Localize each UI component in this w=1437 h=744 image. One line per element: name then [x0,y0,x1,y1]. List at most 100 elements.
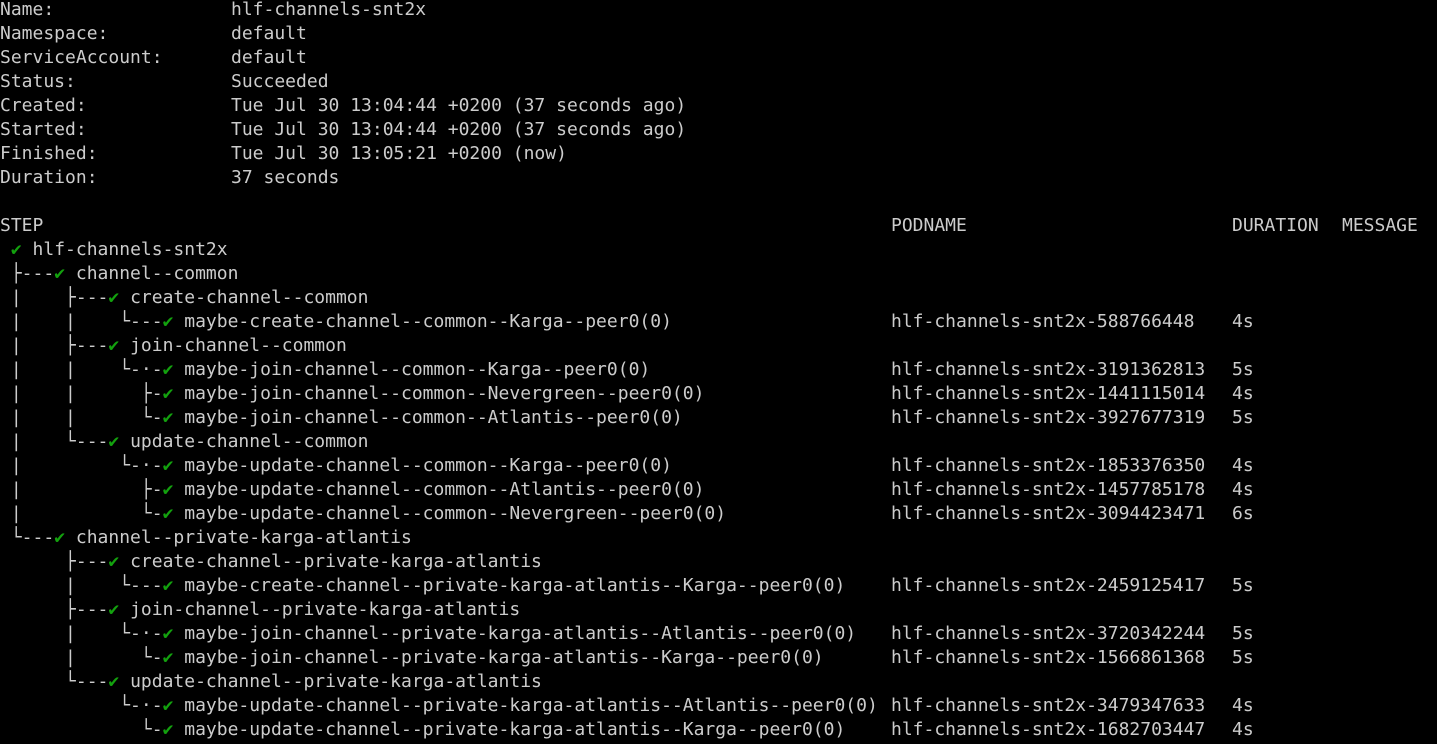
step-name: maybe-join-channel--private-karga-atlant… [184,623,857,644]
pod-name: hlf-channels-snt2x-1853376350 [891,455,1206,476]
step-name: maybe-join-channel--common--Karga--peer0… [184,359,651,380]
tree-connector: ├--- [0,599,109,620]
step-cell: ├---✔ join-channel--private-karga-atlant… [0,598,520,622]
check-icon: ✔ [108,671,120,692]
step-duration: 5s [1232,359,1254,380]
step-cell: ├---✔ channel--common [0,262,239,286]
meta-value: default [231,47,307,68]
tree-connector: | └--- [0,431,109,452]
step-duration: 4s [1232,455,1254,476]
check-icon: ✔ [108,431,120,452]
tree-connector: ├--- [0,551,109,572]
check-icon: ✔ [162,359,174,380]
header-message: MESSAGE [1342,215,1418,236]
step-cell: | └-✔ maybe-update-channel--common--Neve… [0,502,726,526]
meta-key: ServiceAccount: [0,47,163,68]
meta-key: Started: [0,119,87,140]
step-cell: | | └-✔ maybe-join-channel--common--Atla… [0,406,683,430]
check-icon: ✔ [162,407,174,428]
step-cell: | ├---✔ join-channel--common [0,334,347,358]
meta-key: Created: [0,95,87,116]
step-cell: | └-✔ maybe-join-channel--private-karga-… [0,646,824,670]
step-duration: 5s [1232,575,1254,596]
tree-connector [0,239,11,260]
check-icon: ✔ [162,695,174,716]
step-name: join-channel--private-karga-atlantis [130,599,521,620]
step-duration: 5s [1232,647,1254,668]
step-name: maybe-update-channel--private-karga-atla… [184,719,846,740]
meta-key: Name: [0,0,55,20]
step-duration: 5s [1232,623,1254,644]
step-duration: 6s [1232,503,1254,524]
meta-key: Finished: [0,143,98,164]
step-cell: └-·-✔ maybe-update-channel--private-karg… [0,694,878,718]
tree-connector: | └- [0,647,163,668]
check-icon: ✔ [162,647,174,668]
meta-value: Tue Jul 30 13:04:44 +0200 (37 seconds ag… [231,95,687,116]
step-name: maybe-create-channel--private-karga-atla… [184,575,846,596]
pod-name: hlf-channels-snt2x-1457785178 [891,479,1206,500]
meta-row-created: Created: Tue Jul 30 13:04:44 +0200 (37 s… [0,94,686,118]
meta-row-serviceaccount: ServiceAccount: default [0,46,307,70]
header-step: STEP [0,215,44,236]
check-icon: ✔ [162,311,174,332]
pod-name: hlf-channels-snt2x-3191362813 [891,359,1206,380]
tree-connector: | └- [0,503,163,524]
tree-connector: | └-·- [0,623,163,644]
step-duration: 5s [1232,407,1254,428]
check-icon: ✔ [108,287,120,308]
pod-name: hlf-channels-snt2x-1566861368 [891,647,1206,668]
check-icon: ✔ [10,239,22,260]
step-cell: | └---✔ maybe-create-channel--private-ka… [0,574,845,598]
meta-value: default [231,23,307,44]
step-name: create-channel--common [130,287,369,308]
step-name: join-channel--common [130,335,347,356]
step-cell: | | └---✔ maybe-create-channel--common--… [0,310,672,334]
pod-name: hlf-channels-snt2x-2459125417 [891,575,1206,596]
step-name: maybe-update-channel--common--Atlantis--… [184,479,705,500]
check-icon: ✔ [108,551,120,572]
step-duration: 4s [1232,719,1254,740]
tree-connector: | | ├- [0,383,163,404]
meta-row-name: Name: hlf-channels-snt2x [0,0,426,22]
step-cell: | └---✔ update-channel--common [0,430,369,454]
tree-connector: └--- [0,671,109,692]
step-name: create-channel--private-karga-atlantis [130,551,542,572]
meta-row-started: Started: Tue Jul 30 13:04:44 +0200 (37 s… [0,118,686,142]
check-icon: ✔ [162,575,174,596]
table-header: STEP PODNAME DURATION MESSAGE [0,214,1418,238]
meta-key: Duration: [0,167,98,188]
meta-value: 37 seconds [231,167,340,188]
pod-name: hlf-channels-snt2x-3927677319 [891,407,1206,428]
tree-connector: ├--- [0,263,55,284]
step-cell: └-✔ maybe-update-channel--private-karga-… [0,718,845,742]
step-cell: | | └-·-✔ maybe-join-channel--common--Ka… [0,358,650,382]
check-icon: ✔ [162,455,174,476]
step-cell: └---✔ update-channel--private-karga-atla… [0,670,542,694]
meta-row-finished: Finished: Tue Jul 30 13:05:21 +0200 (now… [0,142,567,166]
check-icon: ✔ [54,527,66,548]
tree-connector: | | └--- [0,311,163,332]
tree-connector: | ├--- [0,335,109,356]
step-name: maybe-join-channel--common--Atlantis--pe… [184,407,683,428]
tree-connector: | └-·- [0,455,163,476]
step-name: maybe-update-channel--common--Karga--pee… [184,455,672,476]
step-cell: ├---✔ create-channel--private-karga-atla… [0,550,542,574]
pod-name: hlf-channels-snt2x-588766448 [891,311,1195,332]
tree-connector: | ├- [0,479,163,500]
meta-row-duration: Duration: 37 seconds [0,166,339,190]
step-name: update-channel--common [130,431,369,452]
tree-connector: | | └-·- [0,359,163,380]
meta-value: hlf-channels-snt2x [231,0,427,20]
step-duration: 4s [1232,479,1254,500]
check-icon: ✔ [108,335,120,356]
check-icon: ✔ [108,599,120,620]
meta-row-namespace: Namespace: default [0,22,307,46]
step-duration: 4s [1232,695,1254,716]
tree-connector: └- [0,719,163,740]
step-duration: 4s [1232,383,1254,404]
tree-connector: | | └- [0,407,163,428]
tree-connector: | └--- [0,575,163,596]
tree-connector: └--- [0,527,55,548]
terminal-window: Name: hlf-channels-snt2x Namespace: defa… [0,0,1437,744]
